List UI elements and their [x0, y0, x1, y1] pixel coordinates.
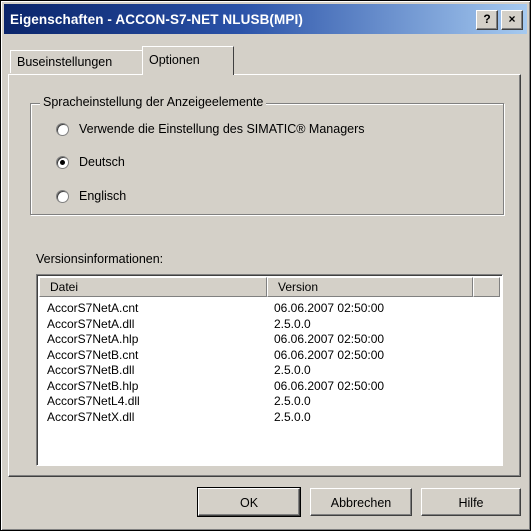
version-listview[interactable]: Datei Version AccorS7NetA.cnt 06.06.2007 …: [36, 274, 503, 466]
list-item[interactable]: AccorS7NetB.cnt 06.06.2007 02:50:00: [47, 348, 384, 364]
file-version: 2.5.0.0: [274, 394, 311, 408]
list-item[interactable]: AccorS7NetB.dll 2.5.0.0: [47, 363, 384, 379]
help-button[interactable]: Hilfe: [421, 488, 521, 516]
file-name: AccorS7NetB.cnt: [47, 347, 139, 362]
ok-button[interactable]: OK: [197, 487, 301, 517]
cancel-button[interactable]: Abbrechen: [310, 488, 412, 516]
tab-buseinstellungen[interactable]: Buseinstellungen: [10, 50, 148, 73]
radio-label: Englisch: [79, 189, 127, 203]
close-icon[interactable]: ×: [501, 10, 523, 30]
radio-englisch[interactable]: Englisch: [56, 189, 126, 203]
list-item[interactable]: AccorS7NetX.dll 2.5.0.0: [47, 410, 384, 426]
file-version: 2.5.0.0: [274, 409, 311, 424]
radio-label: Verwende die Einstellung des SIMATIC® Ma…: [79, 122, 365, 136]
listview-rows: AccorS7NetA.cnt 06.06.2007 02:50:00 Accor…: [47, 301, 384, 425]
file-name: AccorS7NetA.cnt: [47, 301, 139, 315]
radio-deutsch[interactable]: Deutsch: [56, 155, 125, 169]
list-item[interactable]: AccorS7NetA.dll 2.5.0.0: [47, 317, 384, 333]
file-name: AccorS7NetA.hlp: [47, 332, 139, 346]
tab-optionen[interactable]: Optionen: [142, 46, 234, 75]
file-name: AccorS7NetX.dll: [47, 409, 135, 424]
file-name: AccorS7NetA.dll: [47, 316, 135, 331]
listview-header: Datei Version: [39, 277, 500, 297]
title-bar[interactable]: Eigenschaften - ACCON-S7-NET NLUSB(MPI) …: [4, 4, 527, 34]
column-header-version[interactable]: Version: [267, 277, 473, 297]
file-version: 2.5.0.0: [274, 363, 311, 377]
list-item[interactable]: AccorS7NetB.hlp 06.06.2007 02:50:00: [47, 379, 384, 395]
list-item[interactable]: AccorS7NetA.hlp 06.06.2007 02:50:00: [47, 332, 384, 348]
radio-simatic-manager[interactable]: Verwende die Einstellung des SIMATIC® Ma…: [56, 122, 365, 136]
file-name: AccorS7NetL4.dll: [47, 394, 140, 408]
file-version: 06.06.2007 02:50:00: [274, 347, 385, 362]
radio-button[interactable]: [56, 122, 69, 136]
radio-button[interactable]: [56, 155, 69, 169]
language-group-label: Spracheinstellung der Anzeigeelemente: [40, 95, 267, 109]
list-item[interactable]: AccorS7NetL4.dll 2.5.0.0: [47, 394, 384, 410]
radio-label: Deutsch: [79, 155, 125, 169]
radio-button[interactable]: [56, 189, 69, 203]
file-version: 06.06.2007 02:50:00: [274, 378, 385, 393]
file-name: AccorS7NetB.hlp: [47, 378, 139, 393]
column-header-filler: [473, 277, 500, 297]
column-header-datei[interactable]: Datei: [39, 277, 267, 297]
version-info-label: Versionsinformationen:: [36, 252, 164, 266]
window-title: Eigenschaften - ACCON-S7-NET NLUSB(MPI): [10, 11, 303, 27]
help-question-icon[interactable]: ?: [476, 10, 498, 30]
file-version: 06.06.2007 02:50:00: [274, 332, 385, 346]
file-version: 2.5.0.0: [274, 316, 311, 331]
file-name: AccorS7NetB.dll: [47, 363, 135, 377]
file-version: 06.06.2007 02:50:00: [274, 301, 385, 315]
list-item[interactable]: AccorS7NetA.cnt 06.06.2007 02:50:00: [47, 301, 384, 317]
